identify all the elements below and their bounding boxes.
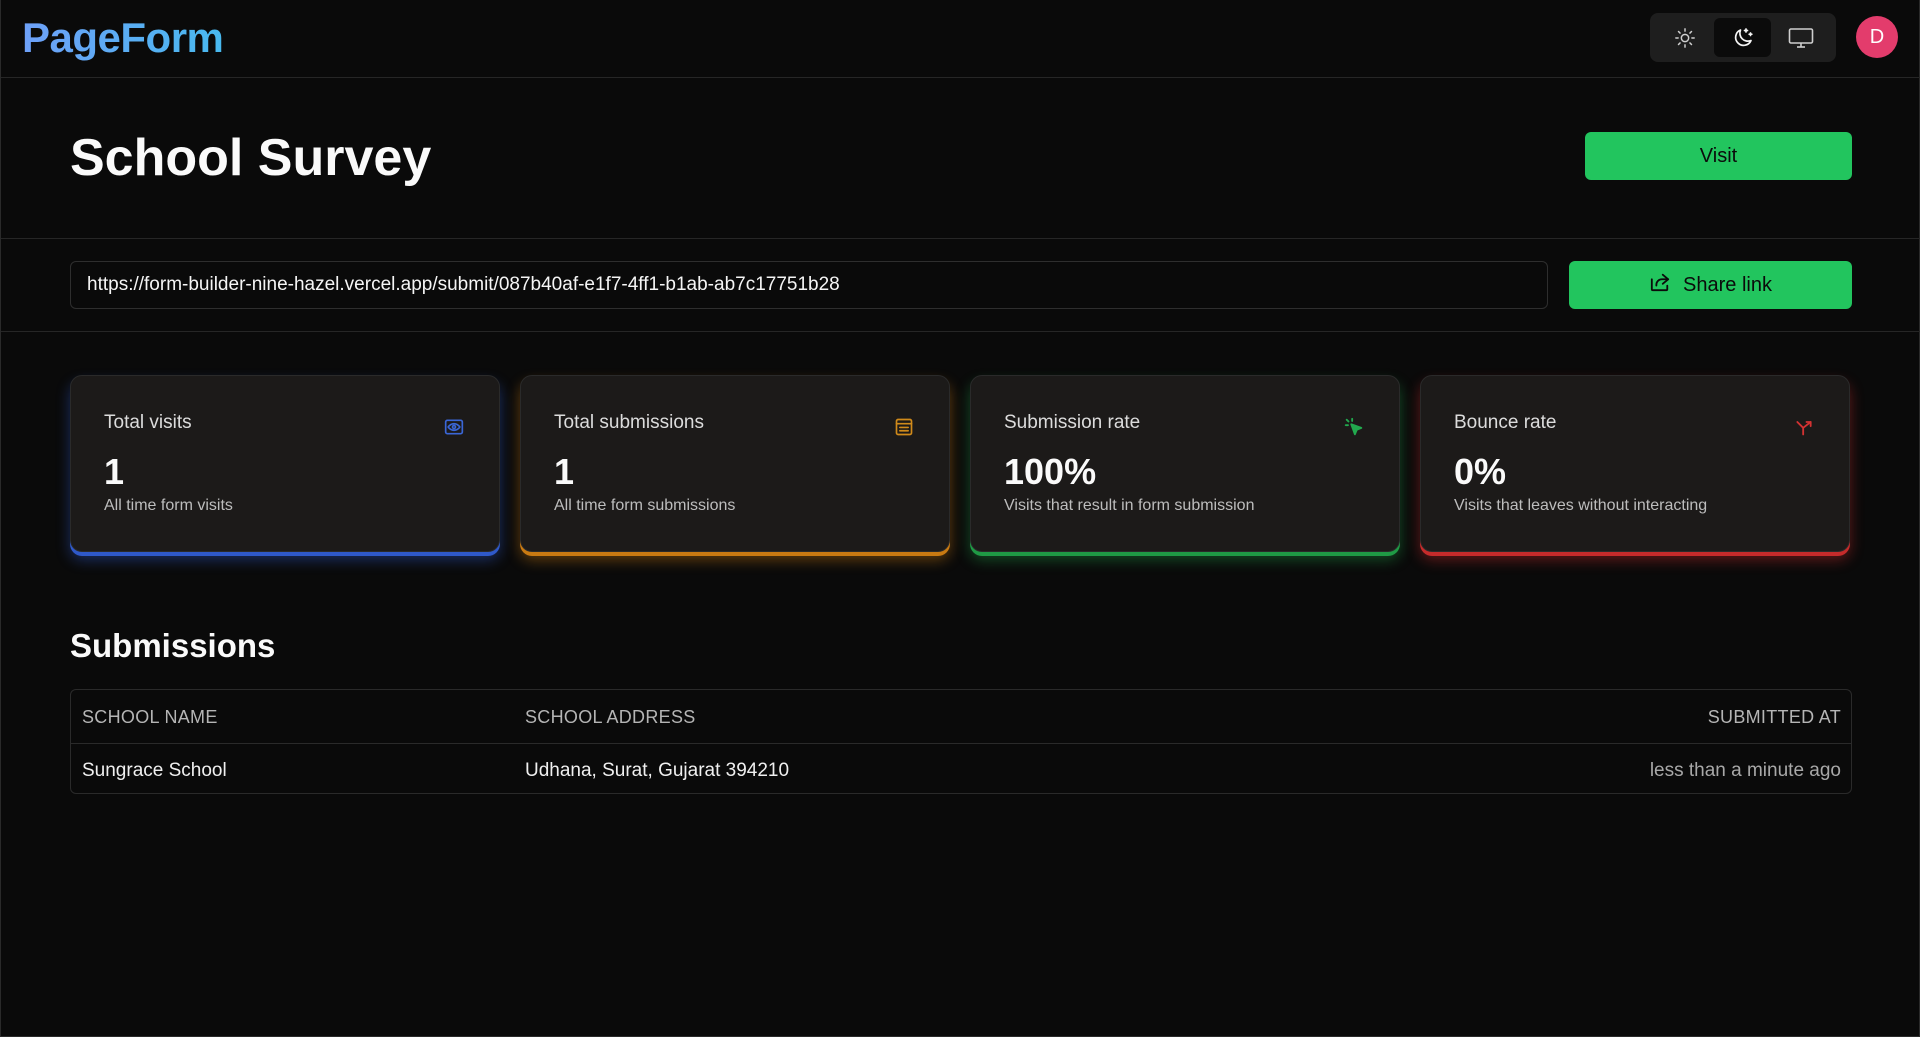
share-row: Share link xyxy=(1,239,1920,332)
cursor-click-icon xyxy=(1343,416,1365,438)
theme-system-button[interactable] xyxy=(1772,18,1829,57)
share-link-label: Share link xyxy=(1683,273,1772,296)
page-title: School Survey xyxy=(70,129,432,187)
top-navbar: PageForm D xyxy=(1,0,1920,78)
stat-value: 1 xyxy=(554,451,575,492)
cell-school-address: Udhana, Surat, Gujarat 394210 xyxy=(525,760,790,781)
stat-value: 1 xyxy=(104,451,125,492)
submissions-table: SCHOOL NAME SCHOOL ADDRESS SUBMITTED AT … xyxy=(70,689,1852,794)
theme-switcher xyxy=(1650,13,1836,62)
monitor-icon xyxy=(1788,27,1814,49)
app-frame: PageForm D School Survey Visit https://f… xyxy=(0,0,1920,1037)
stat-title: Total submissions xyxy=(554,412,704,433)
split-arrow-icon xyxy=(1793,416,1815,438)
stat-title: Submission rate xyxy=(1004,412,1141,433)
share-icon xyxy=(1649,272,1671,298)
form-icon xyxy=(893,416,915,438)
stat-card-submission-rate: Submission rate 100% Visits that result … xyxy=(970,375,1400,552)
stat-value: 100% xyxy=(1004,451,1097,492)
cell-submitted-at: less than a minute ago xyxy=(1649,760,1841,781)
table-header: SCHOOL NAME SCHOOL ADDRESS SUBMITTED AT xyxy=(71,690,1851,744)
user-avatar[interactable]: D xyxy=(1856,16,1898,58)
stat-description: All time form visits xyxy=(104,497,233,514)
stat-card-total-submissions: Total submissions 1 All time form submis… xyxy=(520,375,950,552)
theme-light-button[interactable] xyxy=(1656,18,1713,57)
column-header-submitted-at: SUBMITTED AT xyxy=(1707,707,1841,727)
visit-button[interactable]: Visit xyxy=(1585,132,1852,180)
column-header-school-address: SCHOOL ADDRESS xyxy=(525,707,696,727)
stat-card-total-visits: Total visits 1 All time form visits xyxy=(70,375,500,552)
stat-title: Total visits xyxy=(104,412,192,433)
app-logo[interactable]: PageForm xyxy=(22,14,224,62)
column-header-school-name: SCHOOL NAME xyxy=(82,707,218,727)
theme-dark-button[interactable] xyxy=(1714,18,1771,57)
moon-stars-icon xyxy=(1731,26,1755,50)
share-link-button[interactable]: Share link xyxy=(1569,261,1852,309)
stat-description: Visits that leaves without interacting xyxy=(1454,497,1708,514)
stat-title: Bounce rate xyxy=(1454,412,1557,433)
eye-icon xyxy=(443,416,465,438)
sun-icon xyxy=(1674,27,1696,49)
stat-description: Visits that result in form submission xyxy=(1004,497,1255,514)
form-header: School Survey Visit xyxy=(1,78,1920,239)
cell-school-name: Sungrace School xyxy=(82,760,227,781)
stat-description: All time form submissions xyxy=(554,497,736,514)
submissions-title: Submissions xyxy=(70,627,276,664)
stat-value: 0% xyxy=(1454,451,1507,492)
share-url-input[interactable] xyxy=(70,261,1548,309)
stat-card-bounce-rate: Bounce rate 0% Visits that leaves withou… xyxy=(1420,375,1850,552)
